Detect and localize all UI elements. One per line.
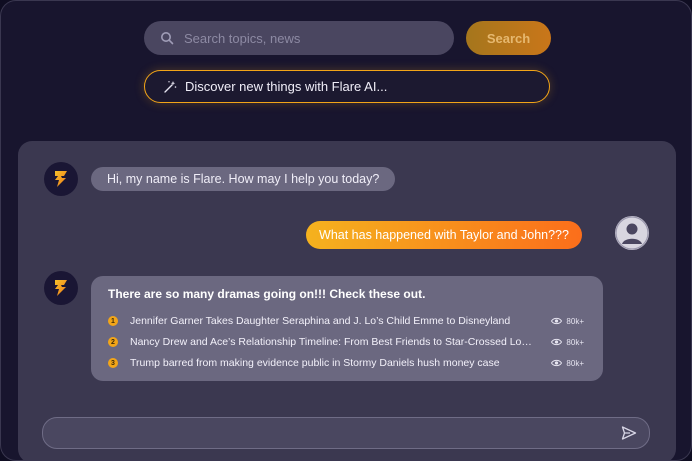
bot-greeting-bubble: Hi, my name is Flare. How may I help you… — [91, 167, 396, 191]
news-number-badge: 3 — [108, 358, 118, 368]
news-number-badge: 2 — [108, 337, 118, 347]
message-composer[interactable] — [42, 417, 650, 450]
user-avatar-icon — [615, 216, 649, 250]
views-count: 80k+ — [551, 317, 584, 326]
discover-text: Discover new things with Flare AI... — [185, 79, 388, 94]
views-text: 80k+ — [566, 316, 584, 326]
news-title[interactable]: Jennifer Garner Takes Daughter Seraphina… — [130, 315, 532, 327]
user-message-text: What has happened with Taylor and John??… — [319, 228, 569, 242]
chat-panel: Hi, my name is Flare. How may I help you… — [18, 141, 676, 460]
news-item[interactable]: 1 Jennifer Garner Takes Daughter Seraphi… — [108, 313, 584, 329]
views-count: 80k+ — [551, 338, 584, 347]
bot-reply-bubble: There are so many dramas going on!!! Che… — [91, 276, 603, 381]
greeting-text: Hi, my name is Flare. How may I help you… — [107, 172, 380, 186]
news-title[interactable]: Trump barred from making evidence public… — [130, 357, 532, 369]
news-item[interactable]: 3 Trump barred from making evidence publ… — [108, 355, 584, 371]
discover-ai-prompt[interactable]: Discover new things with Flare AI... — [144, 70, 550, 103]
eye-icon — [551, 317, 563, 325]
reply-title: There are so many dramas going on!!! Che… — [108, 287, 426, 301]
search-input[interactable] — [182, 29, 436, 47]
flare-logo-icon — [55, 280, 67, 296]
app-window: Search Discover new things with Flare AI… — [0, 0, 692, 461]
views-text: 80k+ — [566, 337, 584, 347]
magic-wand-icon — [164, 80, 177, 93]
send-icon[interactable] — [621, 425, 637, 441]
views-text: 80k+ — [566, 358, 584, 368]
news-title[interactable]: Nancy Drew and Ace’s Relationship Timeli… — [130, 336, 532, 348]
search-button[interactable]: Search — [466, 21, 551, 55]
user-message-bubble: What has happened with Taylor and John??… — [306, 221, 582, 249]
message-input[interactable] — [57, 418, 621, 450]
flare-avatar — [44, 271, 78, 305]
search-bar[interactable] — [144, 21, 454, 55]
news-item[interactable]: 2 Nancy Drew and Ace’s Relationship Time… — [108, 334, 584, 350]
eye-icon — [551, 338, 563, 346]
news-number-badge: 1 — [108, 316, 118, 326]
flare-logo-icon — [55, 171, 67, 187]
flare-avatar — [44, 162, 78, 196]
views-count: 80k+ — [551, 359, 584, 368]
search-icon — [161, 32, 174, 45]
eye-icon — [551, 359, 563, 367]
